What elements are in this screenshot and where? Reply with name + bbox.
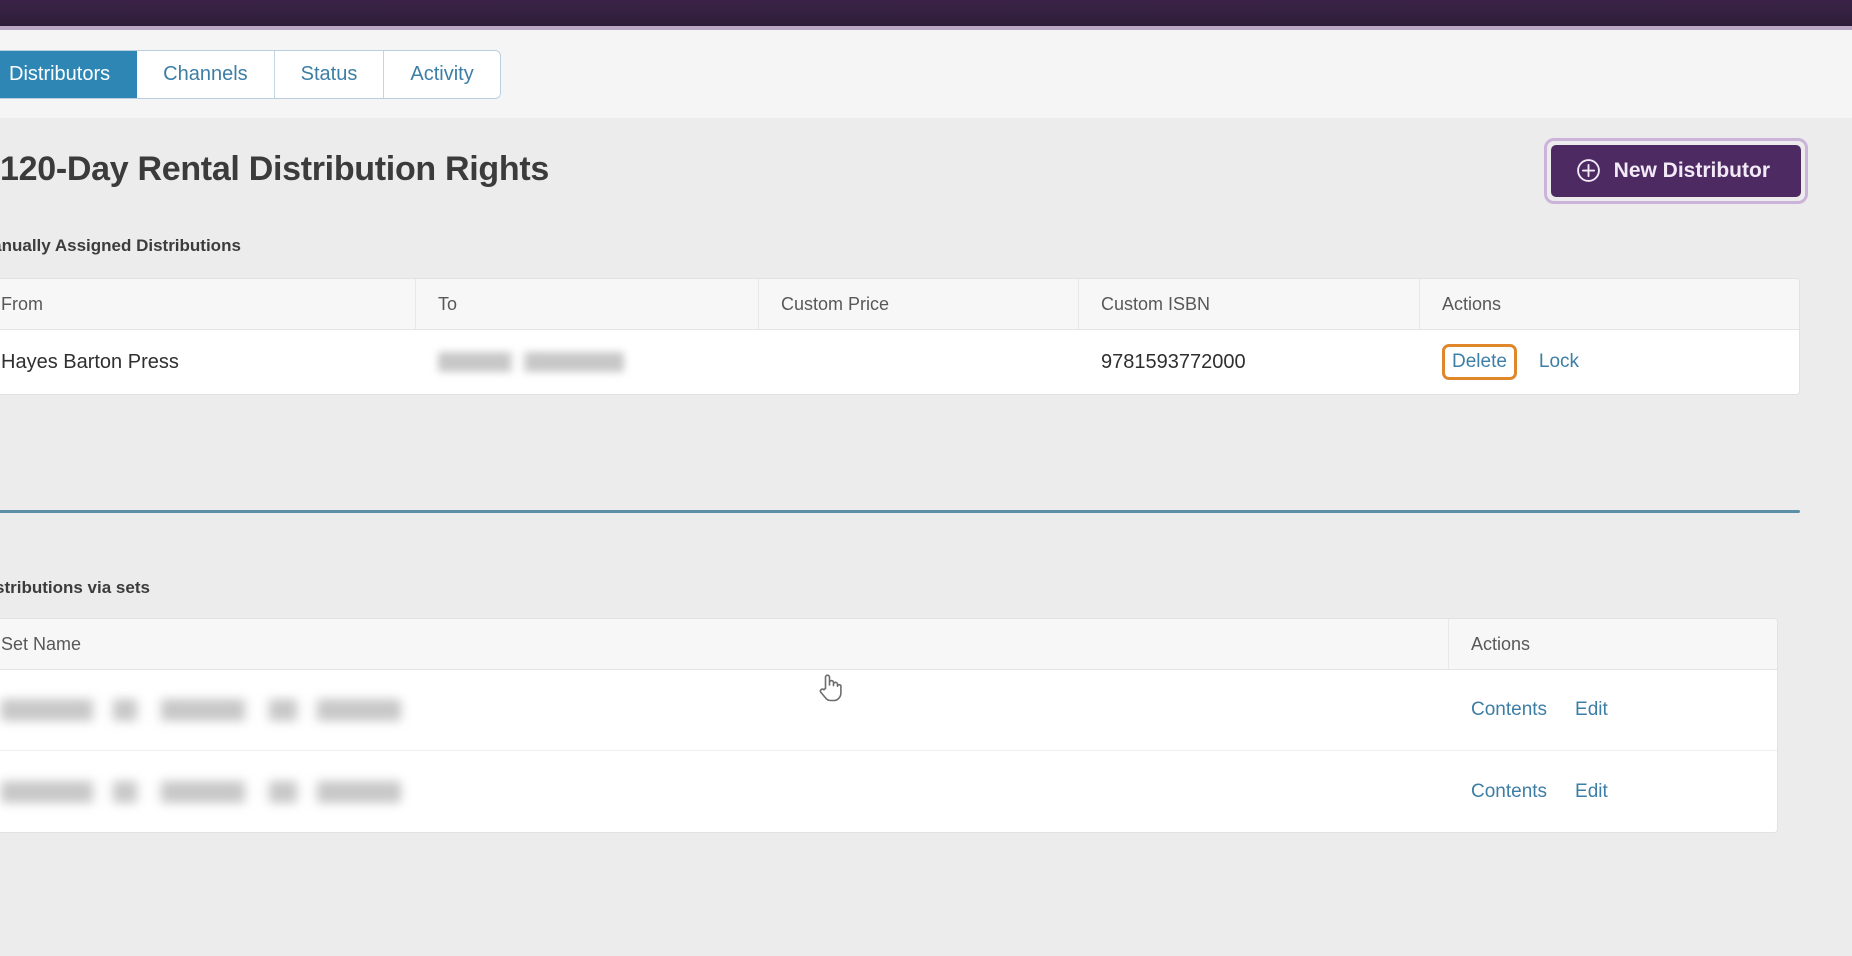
column-header-actions: Actions — [1442, 293, 1502, 314]
cell-set-name — [0, 670, 1449, 750]
tab-channels[interactable]: Channels — [137, 51, 275, 98]
manual-distributions-heading: Manually Assigned Distributions — [0, 236, 241, 255]
delete-link-focus-ring: Delete — [1442, 344, 1517, 380]
cell-from: Hayes Barton Press — [1, 350, 179, 373]
cell-custom-isbn: 9781593772000 — [1101, 350, 1246, 373]
column-header-from: From — [0, 279, 416, 329]
page-content: 120-Day Rental Distribution Rights New D… — [0, 118, 1852, 956]
cell-sets-actions: Contents Edit — [1449, 751, 1777, 832]
table-row: Contents Edit — [0, 751, 1777, 832]
tab-distributors[interactable]: Distributors — [0, 51, 138, 98]
tab-status-label: Status — [300, 63, 358, 85]
tab-status[interactable]: Status — [274, 51, 385, 98]
new-distributor-label: New Distributor — [1613, 158, 1770, 182]
sets-distributions-table: Set Name Actions Contents Edit Contents … — [0, 618, 1778, 833]
page-header-row: 120-Day Rental Distribution Rights New D… — [0, 138, 1808, 210]
column-header-custom-isbn: Custom ISBN — [1079, 279, 1420, 329]
cell-custom-price — [759, 330, 1079, 394]
contents-link[interactable]: Contents — [1471, 781, 1547, 803]
cell-to — [416, 330, 759, 394]
tab-activity[interactable]: Activity — [384, 51, 500, 98]
manual-distributions-table: From To Custom Price Custom ISBN Actions… — [0, 278, 1800, 395]
contents-link[interactable]: Contents — [1471, 699, 1547, 721]
new-distributor-focus-ring: New Distributor — [1543, 138, 1808, 204]
new-distributor-button[interactable]: New Distributor — [1550, 145, 1801, 197]
tab-activity-label: Activity — [410, 63, 474, 85]
tab-bar: Distributors Channels Status Activity — [0, 50, 501, 99]
section-divider — [0, 510, 1800, 513]
plus-circle-icon — [1576, 159, 1600, 182]
cell-sets-actions: Contents Edit — [1449, 670, 1777, 750]
column-header-to: To — [416, 279, 759, 329]
delete-link[interactable]: Delete — [1452, 351, 1507, 372]
lock-link[interactable]: Lock — [1539, 351, 1579, 373]
column-header-set-name: Set Name — [0, 619, 1449, 669]
redacted-value — [1, 699, 401, 721]
tab-distributors-label: Distributors — [9, 63, 111, 85]
redacted-value — [438, 352, 624, 372]
column-header-sets-actions: Actions — [1471, 633, 1531, 654]
edit-link[interactable]: Edit — [1575, 699, 1608, 721]
tab-strip-region: Distributors Channels Status Activity — [0, 30, 1852, 118]
cell-set-name — [0, 751, 1449, 832]
browser-top-bar — [0, 0, 1852, 26]
redacted-value — [1, 780, 401, 803]
sets-table-header-row: Set Name Actions — [0, 619, 1777, 670]
cell-actions: Delete Lock — [1420, 330, 1799, 394]
page-title: 120-Day Rental Distribution Rights — [0, 150, 549, 188]
manual-table-header-row: From To Custom Price Custom ISBN Actions — [0, 279, 1799, 330]
sets-distributions-heading: Distributions via sets — [0, 578, 150, 597]
edit-link[interactable]: Edit — [1575, 781, 1608, 803]
tab-channels-label: Channels — [163, 63, 248, 85]
table-row: Contents Edit — [0, 670, 1777, 751]
column-header-custom-price: Custom Price — [759, 279, 1079, 329]
table-row: Hayes Barton Press 9781593772000 Delete … — [0, 330, 1799, 394]
